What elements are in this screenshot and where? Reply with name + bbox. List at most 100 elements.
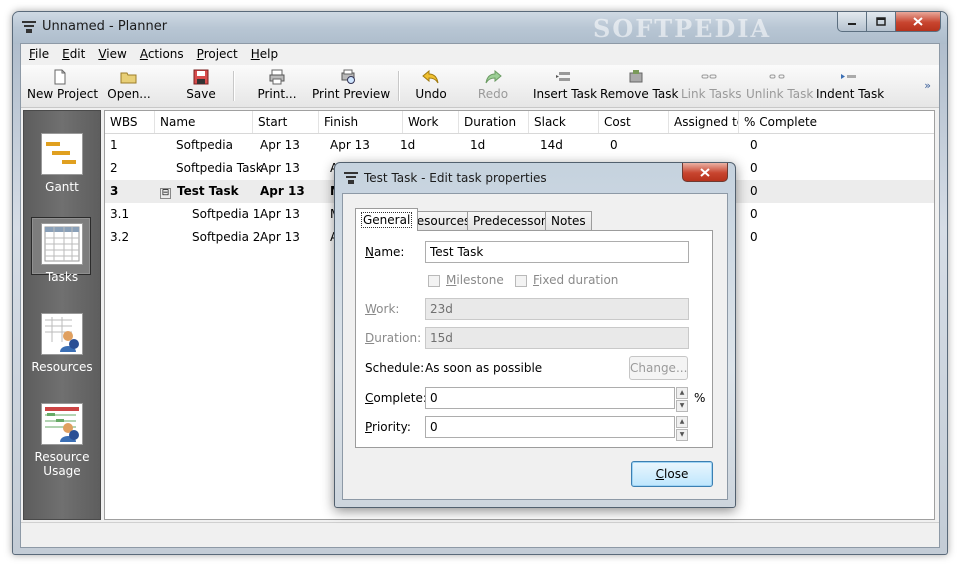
minimize-icon xyxy=(848,22,856,25)
view-resources[interactable]: Resources xyxy=(24,313,100,374)
save-icon xyxy=(193,69,209,85)
view-resource-usage[interactable]: Resource Usage xyxy=(24,403,100,478)
table-header: WBS Name Start Finish Work Duration Slac… xyxy=(105,111,934,134)
spin-up-icon[interactable]: ▲ xyxy=(676,387,688,399)
unlink-task-button[interactable]: Unlink Task xyxy=(746,67,813,105)
cell-start: Apr 13 xyxy=(260,138,300,152)
maximize-button[interactable] xyxy=(867,12,896,32)
cell-work: 1d xyxy=(400,138,416,152)
insert-task-button[interactable]: Insert Task xyxy=(533,67,597,105)
general-tab-panel: Name: Milestone Fixed duration Work: 23d… xyxy=(355,230,713,448)
view-resource-usage-label: Resource Usage xyxy=(34,450,90,478)
view-gantt[interactable]: Gantt xyxy=(24,133,100,194)
close-button[interactable]: Close xyxy=(631,461,713,487)
menu-view[interactable]: View xyxy=(98,47,126,61)
work-field: 23d xyxy=(425,298,689,320)
toolbar: New Project Open... Save Print... Print … xyxy=(21,65,939,108)
priority-input[interactable] xyxy=(425,416,675,438)
spin-up-icon[interactable]: ▲ xyxy=(676,416,688,428)
close-icon xyxy=(913,17,923,26)
dialog-title: Test Task - Edit task properties xyxy=(364,171,547,185)
view-tasks[interactable]: Tasks xyxy=(24,217,100,284)
column-header-assigned-to[interactable]: Assigned to xyxy=(669,111,739,133)
maximize-icon xyxy=(876,17,886,26)
cell-name: Softpedia xyxy=(176,138,233,152)
close-window-button[interactable] xyxy=(896,12,941,32)
column-header-cost[interactable]: Cost xyxy=(599,111,669,133)
cell-name: Softpedia 2 xyxy=(192,230,261,244)
print-preview-icon xyxy=(341,69,355,84)
cell-wbs: 3.2 xyxy=(110,230,130,244)
column-header-percent-complete[interactable]: % Complete xyxy=(739,111,944,133)
menu-bar: File Edit View Actions Project Help xyxy=(21,44,939,64)
tab-notes[interactable]: Notes xyxy=(545,211,592,230)
title-bar[interactable]: Unnamed - Planner SOFTPEDIA xyxy=(13,12,947,44)
undo-button[interactable]: Undo xyxy=(413,67,449,105)
menu-edit[interactable]: Edit xyxy=(62,47,85,61)
new-project-button[interactable]: New Project xyxy=(27,67,98,105)
unlink-icon xyxy=(769,74,785,79)
column-header-finish[interactable]: Finish xyxy=(319,111,403,133)
link-tasks-button[interactable]: Link Tasks xyxy=(681,67,742,105)
column-header-wbs[interactable]: WBS xyxy=(105,111,155,133)
view-tasks-label: Tasks xyxy=(45,270,79,284)
window-title: Unnamed - Planner xyxy=(42,19,168,34)
save-button[interactable]: Save xyxy=(181,67,221,105)
percent-complete-spinner[interactable]: ▲ ▼ xyxy=(676,387,688,412)
change-schedule-button[interactable]: Change... xyxy=(629,356,688,380)
open-button[interactable]: Open... xyxy=(107,67,151,105)
print-button[interactable]: Print... xyxy=(257,67,297,105)
column-header-name[interactable]: Name xyxy=(155,111,253,133)
cell-cost: 0 xyxy=(610,138,618,152)
remove-task-button[interactable]: Remove Task xyxy=(600,67,678,105)
redo-button[interactable]: Redo xyxy=(475,67,511,105)
tab-general[interactable]: General xyxy=(355,208,419,231)
watermark: SOFTPEDIA xyxy=(593,14,772,43)
collapse-icon[interactable]: ⊟ xyxy=(160,188,171,199)
name-label: Name: xyxy=(365,245,405,259)
new-document-icon xyxy=(54,69,66,85)
print-preview-button[interactable]: Print Preview xyxy=(312,67,390,105)
dialog-title-bar[interactable]: Test Task - Edit task properties xyxy=(335,163,735,193)
menu-actions[interactable]: Actions xyxy=(140,47,184,61)
task-name-input[interactable] xyxy=(425,241,689,263)
insert-task-icon xyxy=(556,72,570,81)
spin-down-icon[interactable]: ▼ xyxy=(676,429,688,441)
gantt-icon xyxy=(41,133,83,175)
cell-name: Softpedia 1 xyxy=(192,207,261,221)
cell-wbs: 3 xyxy=(110,184,119,198)
work-label: Work: xyxy=(365,302,400,316)
complete-label: Complete: xyxy=(365,391,427,405)
fixed-duration-checkbox[interactable] xyxy=(515,275,527,287)
indent-task-button[interactable]: Indent Task xyxy=(816,67,884,105)
cell-start: Apr 13 xyxy=(260,184,305,198)
percent-complete-input[interactable] xyxy=(425,387,675,409)
column-header-work[interactable]: Work xyxy=(403,111,459,133)
cell-percent-complete: 0 xyxy=(750,138,758,152)
cell-start: Apr 13 xyxy=(260,230,300,244)
resources-icon xyxy=(41,313,83,355)
toolbar-separator xyxy=(233,71,235,101)
printer-icon xyxy=(269,69,285,85)
view-sidebar: Gantt Tasks Resources Resource Usage xyxy=(23,110,101,520)
menu-project[interactable]: Project xyxy=(197,47,238,61)
resource-usage-icon xyxy=(41,403,83,445)
cell-name: Softpedia Task xyxy=(176,161,263,175)
dialog-close-button[interactable] xyxy=(682,163,728,182)
remove-task-icon xyxy=(629,70,643,83)
cell-wbs: 2 xyxy=(110,161,118,175)
minimize-button[interactable] xyxy=(837,12,867,32)
column-header-start[interactable]: Start xyxy=(253,111,319,133)
cell-percent-complete: 0 xyxy=(750,161,758,175)
column-header-duration[interactable]: Duration xyxy=(459,111,529,133)
milestone-checkbox[interactable] xyxy=(428,275,440,287)
menu-help[interactable]: Help xyxy=(251,47,278,61)
spin-down-icon[interactable]: ▼ xyxy=(676,400,688,412)
menu-file[interactable]: File xyxy=(29,47,49,61)
toolbar-overflow-chevron-icon[interactable]: » xyxy=(924,79,931,92)
column-header-slack[interactable]: Slack xyxy=(529,111,599,133)
table-row[interactable]: 1 Softpedia Apr 13 Apr 13 1d 1d 14d 0 0 xyxy=(105,134,934,157)
toolbar-separator xyxy=(398,71,400,101)
cell-percent-complete: 0 xyxy=(750,184,758,198)
priority-spinner[interactable]: ▲ ▼ xyxy=(676,416,688,441)
